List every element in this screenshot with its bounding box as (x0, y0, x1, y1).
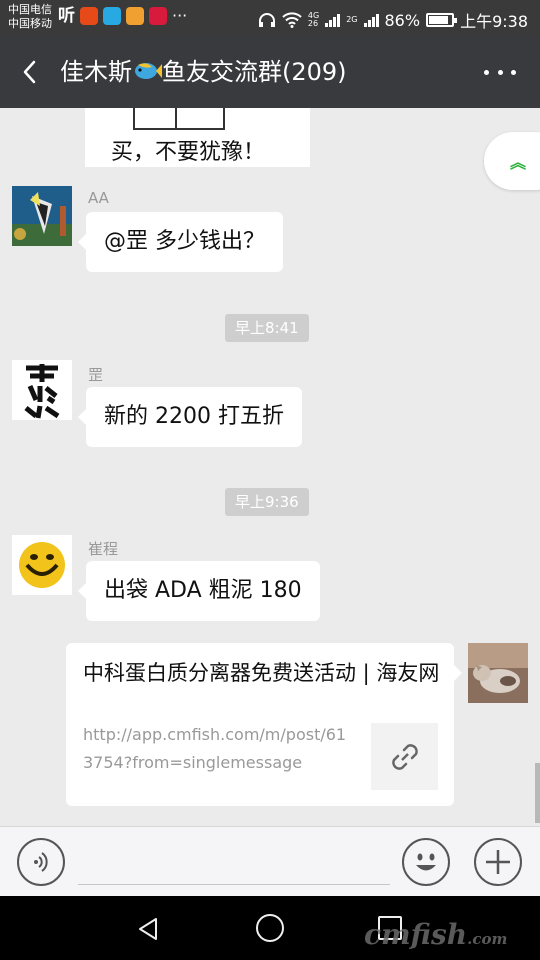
carrier-2: 中国移动 (8, 17, 52, 30)
status-right: 4G 26 2G 86% 上午9:38 (258, 8, 528, 32)
emoji-button[interactable] (402, 838, 450, 886)
fish-avatar-image (12, 186, 72, 246)
link-card[interactable]: 中科蛋白质分离器免费送活动 | 海友网 http://app.cmfish.co… (66, 643, 462, 806)
voice-input-button[interactable] (17, 838, 65, 886)
fish-icon (135, 63, 162, 79)
double-chevron-up-icon: ︽ (510, 153, 527, 172)
battery-icon (426, 13, 458, 27)
avatar-aa[interactable] (12, 186, 72, 246)
status-bar: 中国电信 中国移动 听 ··· 4G 26 2G 86% 上午9:38 (0, 0, 540, 36)
dot-icon (497, 69, 503, 75)
cat-avatar-image (468, 643, 528, 703)
clock: 上午9:38 (460, 12, 528, 31)
link-card-title: 中科蛋白质分离器免费送活动 | 海友网 (83, 661, 440, 685)
watermark-main: cmfish (364, 918, 468, 951)
ting-app-icon: 听 (58, 6, 75, 26)
image-message[interactable]: 买，不要犹豫！ (85, 108, 310, 167)
sender-name: 崔程 (88, 540, 119, 558)
chat-header: 佳木斯 鱼友交流群(209) (0, 36, 540, 108)
net-a-bottom: 26 (307, 19, 319, 28)
more-options-button[interactable] (484, 66, 516, 78)
sender-name: 罡 (88, 366, 104, 384)
image-caption: 买，不要犹豫！ (111, 140, 266, 165)
message-bubble[interactable]: 新的 2200 打五折 (78, 387, 302, 447)
battery-percent: 86% (384, 10, 421, 30)
network-type-b: 2G (346, 15, 358, 24)
headphone-icon (258, 13, 275, 27)
signal-icon-2 (363, 13, 379, 27)
notification-icons: 听 ··· (58, 7, 187, 25)
chat-messages[interactable]: 买，不要犹豫！ ︽ AA @罡 多少钱出？ 早上8:41 罡 新的 2200 打… (0, 108, 540, 826)
scrollbar[interactable] (535, 763, 540, 823)
watermark: cmfish.com (364, 918, 507, 951)
avatar-gang[interactable] (12, 360, 72, 420)
telegram-icon (103, 7, 121, 25)
watermark-suffix: .com (467, 930, 508, 948)
dot-icon (511, 69, 516, 75)
nav-back-icon[interactable] (134, 914, 164, 944)
carrier-1: 中国电信 (8, 3, 52, 16)
more-notifications-icon: ··· (172, 6, 188, 25)
link-icon (391, 743, 418, 770)
carrier-names: 中国电信 中国移动 (8, 3, 52, 31)
message-input[interactable] (78, 841, 390, 885)
system-nav-bar: cmfish.com (0, 896, 540, 960)
nav-home-icon[interactable] (256, 914, 284, 942)
video-icon (149, 7, 167, 25)
sender-name: AA (88, 189, 109, 207)
my-avatar[interactable] (468, 643, 528, 703)
calligraphy-avatar-image (12, 360, 72, 420)
smiley-icon (416, 853, 436, 871)
title-suffix: 鱼友交流群(209) (162, 58, 347, 86)
signal-icon (325, 13, 341, 27)
timestamp: 早上9:36 (225, 488, 309, 516)
chat-title: 佳木斯 鱼友交流群(209) (60, 56, 347, 88)
back-button[interactable] (14, 54, 50, 90)
wifi-icon (282, 12, 302, 28)
plus-icon (486, 850, 510, 874)
voice-icon (34, 852, 48, 872)
chevron-left-icon (23, 60, 36, 84)
link-thumbnail (371, 723, 438, 790)
image-drawing (133, 108, 225, 130)
link-card-url: http://app.cmfish.com/m/post/613754?from… (83, 725, 347, 772)
message-bubble[interactable]: @罡 多少钱出？ (78, 212, 283, 272)
timestamp: 早上8:41 (225, 314, 309, 342)
dot-icon (484, 69, 489, 75)
avatar-cuicheng[interactable] (12, 535, 72, 595)
app-icon (126, 7, 144, 25)
message-bubble[interactable]: 出袋 ADA 粗泥 180 (78, 561, 320, 621)
input-bar (0, 826, 540, 896)
network-type-a: 4G 26 (308, 12, 319, 28)
more-functions-button[interactable] (474, 838, 522, 886)
weibo-icon (80, 7, 98, 25)
jump-to-unread-button[interactable]: ︽ (484, 132, 540, 190)
title-prefix: 佳木斯 (60, 58, 132, 86)
smiley-avatar-image (12, 535, 72, 595)
